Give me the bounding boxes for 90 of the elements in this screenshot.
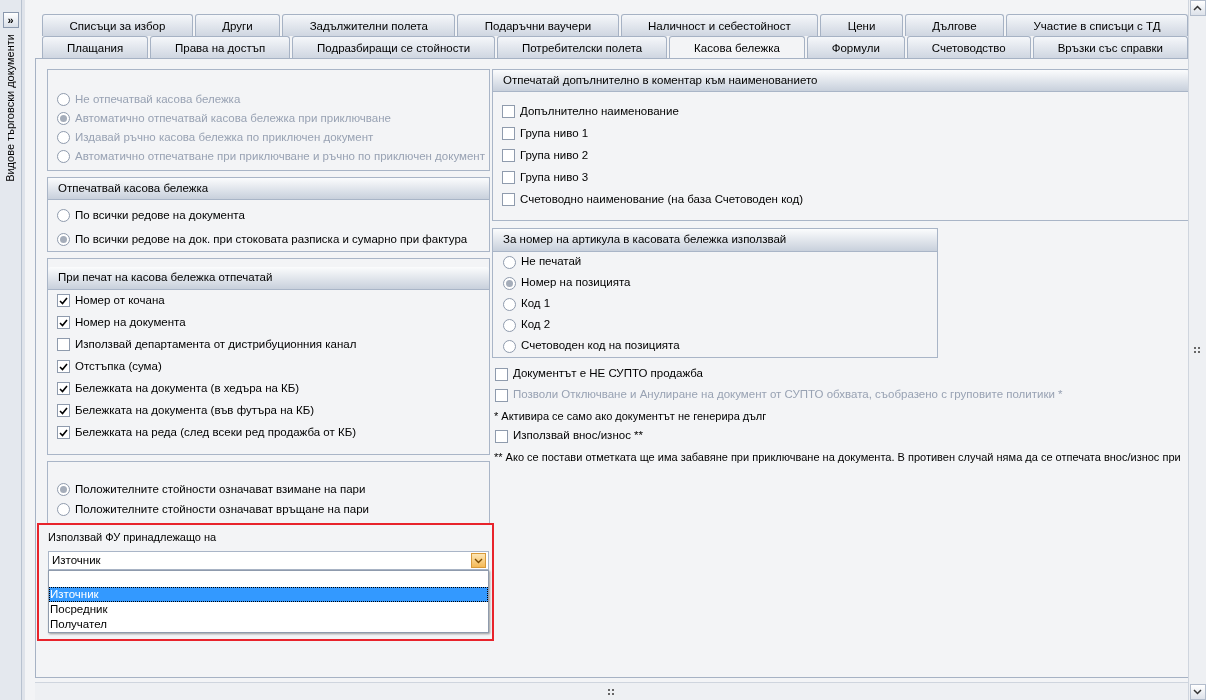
option-label: Положителните стойности означават връщане на пари (75, 501, 369, 517)
grip-icon (1193, 347, 1202, 353)
option-label: Код 1 (521, 296, 551, 312)
tab[interactable]: Други (194, 14, 281, 36)
tab[interactable]: Участие в списъци с ТД (1006, 14, 1188, 36)
option-label: Документът е НЕ СУПТО продажба (513, 366, 703, 382)
radio-button[interactable] (57, 208, 70, 222)
checkbox[interactable] (502, 148, 515, 162)
radio-button[interactable] (503, 297, 516, 311)
tab[interactable]: Права на достъп (150, 36, 291, 58)
option-label: Положителните стойности означават взимане на пари (75, 481, 366, 497)
option-label: Бележката на документа (във футъра на КБ) (75, 402, 315, 418)
grip-icon (607, 688, 616, 695)
tab[interactable]: Дългове (904, 14, 1005, 36)
option-label: Код 2 (521, 317, 551, 333)
field-label: Използвай ФУ принадлежащо на (48, 529, 218, 545)
option-label: Автоматично отпечатвай касова бележка при приключване (75, 110, 391, 126)
option-label: Бележката на документа (в хедъра на КБ) (75, 380, 300, 396)
checkbox[interactable] (57, 426, 70, 439)
option-label: Група ниво 1 (520, 125, 589, 141)
radio-button[interactable] (57, 503, 70, 516)
option-label: Счетоводен код на позицията (521, 338, 680, 354)
option-label: Не печатай (521, 254, 582, 270)
chevron-down-icon (474, 557, 483, 564)
group-header: Отпечатвай касова бележка (48, 178, 489, 201)
option-label: Бележката на реда (след всеки ред продажба от КБ) (75, 424, 356, 440)
option-label: По всички редове на док. при стоковата разписка и сумарно при фактура (75, 231, 468, 247)
dropdown-option[interactable]: Получател (49, 617, 488, 632)
checkbox[interactable] (57, 360, 70, 373)
checkbox[interactable] (495, 367, 508, 381)
expand-button[interactable]: » (2, 12, 19, 28)
group-header: При печат на касова бележка отпечатай (48, 267, 489, 290)
option-label: Издавай ръчно касова бележка по приключен документ (75, 129, 374, 145)
tab[interactable]: Потребителски полета (497, 36, 668, 58)
checkbox[interactable] (57, 382, 70, 395)
tab[interactable]: Списъци за избор (42, 14, 193, 36)
note-text: ** Ако се постави отметката ще има забавяне при приключване на документа. В противен случай няма да се отпечата внос/износ при (493, 449, 1182, 465)
tab[interactable]: Подаръчни ваучери (457, 14, 619, 36)
note-text: * Активира се само ако документът не генерира дълг (493, 408, 768, 424)
dropdown-value: Източник (52, 552, 101, 568)
option-label: Използвай внос/износ ** (513, 428, 644, 444)
tab[interactable]: Цени (820, 14, 903, 36)
checkbox[interactable] (502, 192, 515, 206)
tab[interactable]: Плащания (42, 36, 149, 58)
radio-button[interactable] (57, 232, 70, 246)
option-label: По всички редове на документа (75, 207, 245, 223)
radio-button[interactable] (503, 339, 516, 353)
dropdown-button[interactable] (471, 553, 486, 568)
option-label: Номер от кочана (75, 292, 165, 308)
checkbox[interactable] (57, 338, 70, 351)
tab[interactable]: Наличност и себестойност (620, 14, 819, 36)
checkbox[interactable] (502, 104, 515, 118)
group-header: Отпечатай допълнително в коментар към наименованието (493, 70, 1188, 93)
tab[interactable]: Подразбиращи се стойности (292, 36, 495, 58)
option-label: Отстъпка (сума) (75, 358, 162, 374)
chevron-down-icon (1193, 689, 1202, 695)
option-label: Счетоводно наименование (на база Счетоводен код) (520, 191, 803, 207)
checkbox[interactable] (495, 429, 508, 443)
radio-button[interactable] (503, 318, 516, 332)
checkbox[interactable] (57, 294, 70, 307)
tab[interactable]: Счетоводство (906, 36, 1031, 58)
scroll-down-button[interactable] (1189, 684, 1206, 700)
chevron-up-icon (1193, 5, 1202, 11)
horizontal-scrollbar[interactable] (35, 682, 1188, 700)
tab[interactable]: Задължителни полета (282, 14, 456, 36)
checkbox[interactable] (502, 126, 515, 140)
option-label: Използвай департамента от дистрибуционния канал (75, 336, 357, 352)
option-label: Номер на позицията (521, 275, 631, 291)
radio-button[interactable] (503, 255, 516, 269)
tab[interactable]: Касова бележка (669, 36, 805, 58)
dropdown-option[interactable]: Посредник (49, 602, 488, 617)
checkbox[interactable] (502, 170, 515, 184)
scroll-up-button[interactable] (1189, 0, 1206, 16)
dropdown-field[interactable]: Източник (48, 551, 489, 570)
group-header: За номер на артикула в касовата бележка използвай (493, 229, 937, 252)
sidebar-title: Видове търговски документи (3, 34, 18, 182)
option-label: Група ниво 2 (520, 147, 589, 163)
option-label: Автоматично отпечатване при приключване и ръчно по приключен документ (75, 148, 485, 164)
option-label: Позволи Отключване и Анулиране на документ от СУПТО обхвата, съобразено с груповите политики * (513, 387, 1063, 403)
option-label: Допълнително наименование (520, 103, 679, 119)
tab[interactable]: Формули (806, 36, 905, 58)
vertical-scrollbar[interactable] (1188, 0, 1206, 700)
radio-button[interactable] (57, 483, 70, 496)
checkbox[interactable] (57, 316, 70, 329)
option-label: Номер на документа (75, 314, 186, 330)
radio-button[interactable] (503, 276, 516, 290)
checkbox[interactable] (57, 404, 70, 417)
option-label: Не отпечатвай касова бележка (75, 91, 241, 107)
tab[interactable]: Връзки със справки (1032, 36, 1188, 58)
option-label: Група ниво 3 (520, 169, 589, 185)
